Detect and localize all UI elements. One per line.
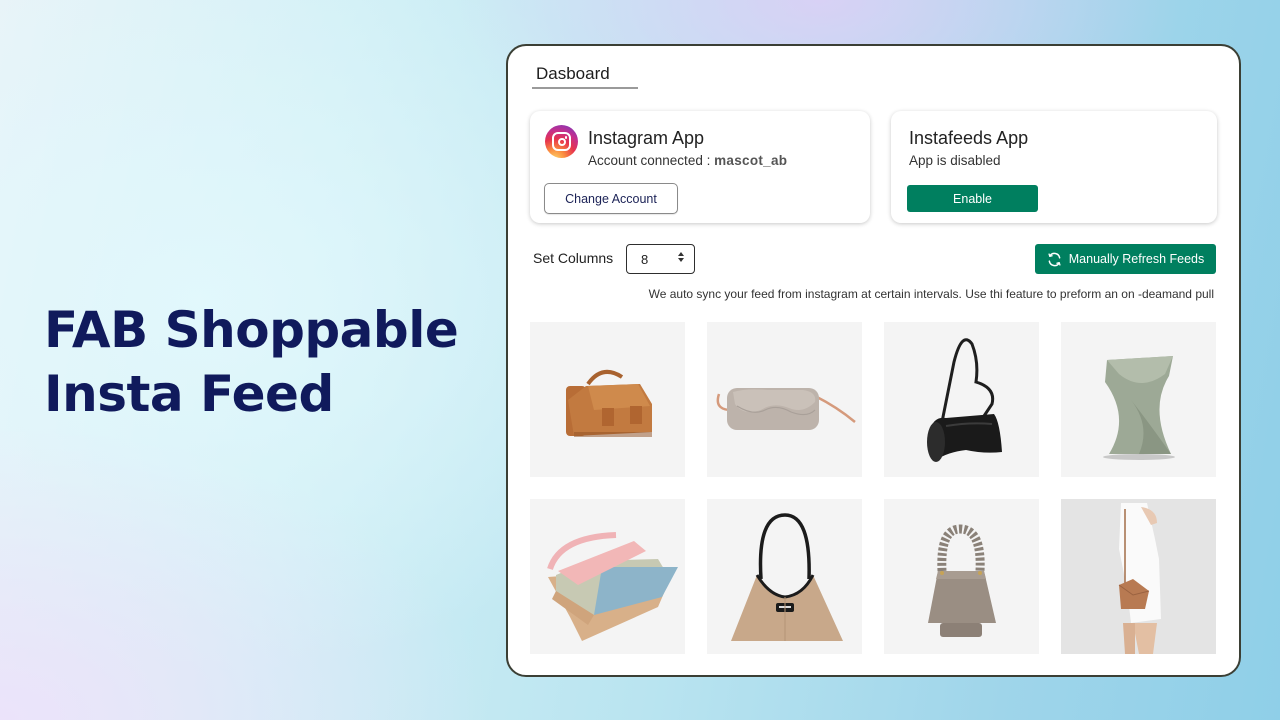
instafeeds-app-title: Instafeeds App bbox=[909, 128, 1029, 148]
dashboard-panel: Dasboard Instagram App Account connected… bbox=[506, 44, 1241, 677]
hero-title-line-2: Insta Feed bbox=[44, 365, 334, 423]
account-connected-text: Account connected : mascot_ab bbox=[588, 153, 787, 168]
columns-value: 8 bbox=[641, 251, 649, 267]
enable-button[interactable]: Enable bbox=[907, 185, 1038, 212]
set-columns-label: Set Columns bbox=[533, 250, 614, 266]
instagram-app-card: Instagram App Account connected : mascot… bbox=[530, 111, 870, 223]
hero-title: FAB Shoppable Insta Feed bbox=[44, 298, 459, 426]
sage-twisted-bag-image bbox=[1103, 356, 1175, 460]
app-status-text: App is disabled bbox=[909, 153, 1001, 168]
feed-item[interactable] bbox=[707, 499, 862, 654]
tab-dashboard[interactable]: Dasboard bbox=[532, 64, 638, 89]
tan-satchel-bag-image bbox=[566, 369, 652, 437]
feed-grid bbox=[530, 322, 1216, 654]
stepper-arrows[interactable] bbox=[678, 252, 684, 262]
instafeeds-app-card: Instafeeds App App is disabled Enable bbox=[891, 111, 1217, 223]
decrement-arrow-icon[interactable] bbox=[678, 258, 684, 262]
beige-hobo-bag-image bbox=[731, 513, 843, 641]
refresh-button-label: Manually Refresh Feeds bbox=[1068, 252, 1205, 266]
account-name: mascot_ab bbox=[714, 153, 788, 168]
increment-arrow-icon[interactable] bbox=[678, 252, 684, 256]
columns-stepper[interactable]: 8 bbox=[626, 244, 695, 274]
feed-item[interactable] bbox=[884, 499, 1039, 654]
taupe-crossbody-bag-image bbox=[716, 388, 856, 430]
instagram-logo-icon bbox=[545, 125, 578, 158]
manually-refresh-feeds-button[interactable]: Manually Refresh Feeds bbox=[1035, 244, 1216, 274]
auto-sync-note: We auto sync your feed from instagram at… bbox=[648, 287, 1214, 301]
feed-item[interactable] bbox=[707, 322, 862, 477]
hero-title-line-1: FAB Shoppable bbox=[44, 301, 459, 359]
black-shoulder-bag-image bbox=[927, 338, 1002, 462]
feed-item[interactable] bbox=[530, 322, 685, 477]
taupe-bucket-bag-image bbox=[928, 524, 996, 637]
change-account-button[interactable]: Change Account bbox=[544, 183, 678, 214]
instagram-app-title: Instagram App bbox=[588, 128, 705, 148]
feed-item[interactable] bbox=[1061, 499, 1216, 654]
model-with-crossbody-bag-image bbox=[1061, 499, 1216, 654]
feed-item[interactable] bbox=[1061, 322, 1216, 477]
feed-item[interactable] bbox=[530, 499, 685, 654]
refresh-icon bbox=[1048, 252, 1061, 266]
account-connected-label: Account connected : bbox=[588, 153, 715, 168]
pastel-colorblock-bag-image bbox=[547, 532, 678, 641]
feed-item[interactable] bbox=[884, 322, 1039, 477]
